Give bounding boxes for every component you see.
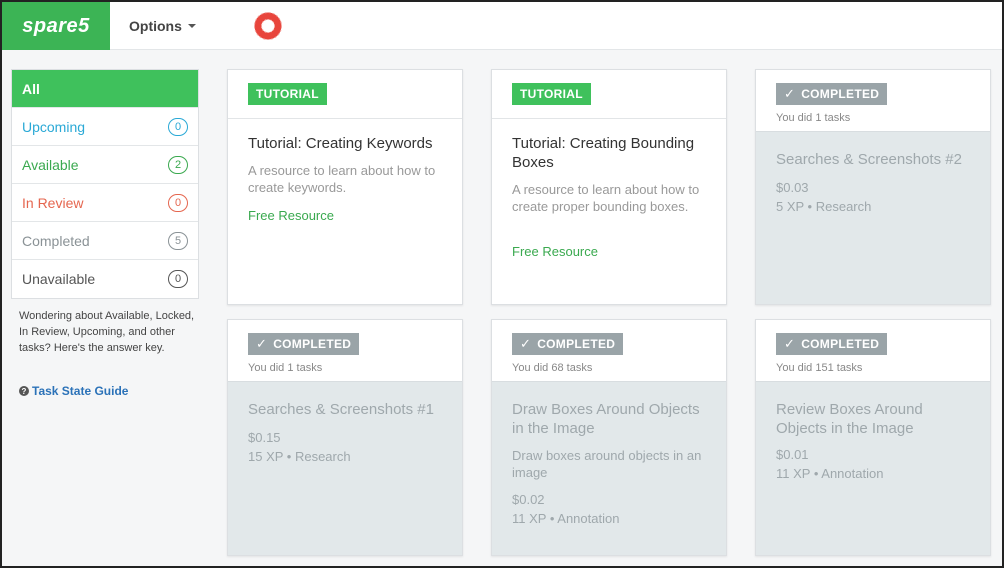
completed-label: COMPLETED [801,87,880,101]
sidebar-item-label: All [22,80,40,97]
tasks-done-count: You did 1 tasks [248,362,323,374]
brand-logo[interactable]: spare5 [2,2,110,50]
card-title: Review Boxes Around Objects in the Image [776,401,923,437]
sidebar-item-upcoming[interactable]: Upcoming 0 [12,108,198,146]
count-badge: 5 [168,231,188,250]
tutorial-tag: TUTORIAL [248,83,327,105]
card-title: Draw Boxes Around Objects in the Image [512,401,700,437]
card-title: Tutorial: Creating Keywords [248,135,433,152]
completed-label: COMPLETED [273,337,352,351]
card-divider [492,118,726,119]
card-price: $0.15 [248,430,281,445]
check-icon: ✓ [256,336,268,351]
task-card-draw-boxes[interactable]: ✓ COMPLETED You did 68 tasks Draw Boxes … [491,319,727,556]
options-label: Options [129,18,182,34]
tutorial-tag: TUTORIAL [512,83,591,105]
card-xp: 15 XP • Research [248,449,351,464]
sidebar-item-label: In Review [22,194,84,211]
sidebar-item-in-review[interactable]: In Review 0 [12,184,198,222]
card-description: Draw boxes around objects in an image [512,448,702,480]
sidebar-item-unavailable[interactable]: Unavailable 0 [12,260,198,298]
donut-icon[interactable] [254,12,282,40]
card-description: A resource to learn about how to create … [512,182,700,214]
sidebar-item-completed[interactable]: Completed 5 [12,222,198,260]
free-resource-link[interactable]: Free Resource [512,244,598,259]
free-resource-link[interactable]: Free Resource [248,208,334,223]
card-xp: 11 XP • Annotation [512,511,620,526]
task-card-tutorial-keywords[interactable]: TUTORIAL Tutorial: Creating Keywords A r… [227,69,463,305]
count-badge: 0 [168,270,188,288]
card-xp: 5 XP • Research [776,199,872,214]
card-price: $0.03 [776,180,809,195]
card-divider [228,118,462,119]
card-title: Tutorial: Creating Bounding Boxes [512,135,695,171]
sidebar-item-label: Upcoming [22,118,86,135]
check-icon: ✓ [784,336,796,351]
card-price: $0.02 [512,492,545,507]
completed-tag: ✓ COMPLETED [248,333,360,355]
question-icon: ? [19,386,29,396]
card-title: Searches & Screenshots #2 [776,151,962,168]
top-bar: spare5 Options [2,2,1002,50]
tasks-done-count: You did 1 tasks [776,112,851,124]
options-menu[interactable]: Options [129,2,196,50]
tasks-done-count: You did 68 tasks [512,362,593,374]
completed-tag: ✓ COMPLETED [776,333,888,355]
help-text: Wondering about Available, Locked, In Re… [19,310,195,354]
completed-label: COMPLETED [537,337,616,351]
card-price: $0.01 [776,447,809,462]
sidebar-item-all[interactable]: All [12,70,198,108]
count-badge: 0 [168,193,188,212]
chevron-down-icon [187,24,196,28]
completed-tag: ✓ COMPLETED [776,83,888,105]
tasks-done-count: You did 151 tasks [776,362,863,374]
count-badge: 2 [168,155,188,174]
sidebar-item-label: Available [22,156,79,173]
sidebar-item-label: Unavailable [22,271,96,287]
card-title: Searches & Screenshots #1 [248,401,434,418]
card-xp: 11 XP • Annotation [776,466,884,481]
guide-label: Task State Guide [32,384,129,398]
task-state-guide-link[interactable]: ? Task State Guide [19,384,128,398]
check-icon: ✓ [784,86,796,101]
completed-tag: ✓ COMPLETED [512,333,624,355]
app-window: spare5 Options All Upcoming 0 Available … [0,0,1004,568]
card-description: A resource to learn about how to create … [248,163,436,195]
task-card-searches-2[interactable]: ✓ COMPLETED You did 1 tasks Searches & S… [755,69,991,305]
sidebar-item-label: Completed [22,232,90,249]
sidebar-item-available[interactable]: Available 2 [12,146,198,184]
count-badge: 0 [168,117,188,136]
task-card-review-boxes[interactable]: ✓ COMPLETED You did 151 tasks Review Box… [755,319,991,556]
task-filter-sidebar: All Upcoming 0 Available 2 In Review 0 C… [11,69,199,299]
completed-label: COMPLETED [801,337,880,351]
check-icon: ✓ [520,336,532,351]
task-card-searches-1[interactable]: ✓ COMPLETED You did 1 tasks Searches & S… [227,319,463,556]
task-card-tutorial-bounding-boxes[interactable]: TUTORIAL Tutorial: Creating Bounding Box… [491,69,727,305]
